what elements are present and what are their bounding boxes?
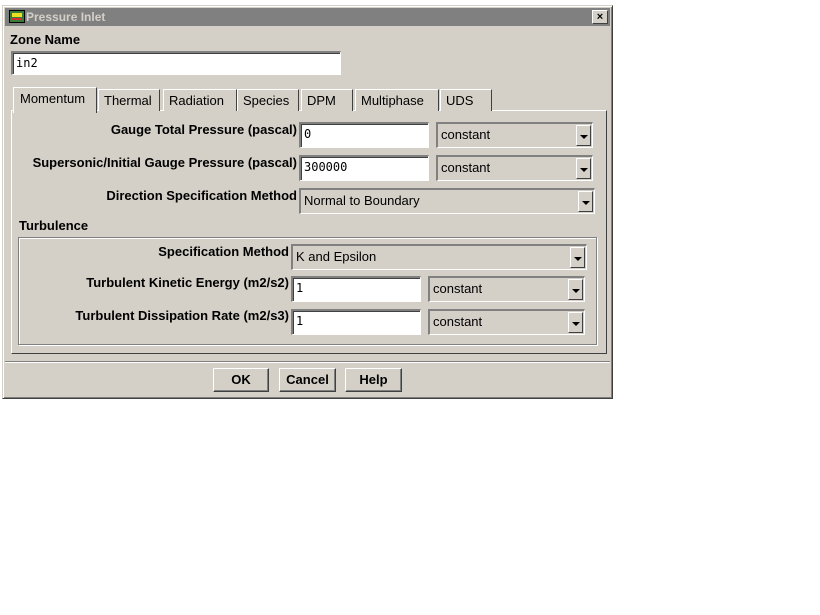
supersonic-pressure-input[interactable]: 300000 bbox=[299, 155, 429, 181]
window-title: Pressure Inlet bbox=[26, 10, 106, 24]
dissipation-rate-label: Turbulent Dissipation Rate (m2/s3) bbox=[75, 308, 289, 323]
turbulence-heading: Turbulence bbox=[19, 218, 89, 233]
pressure-inlet-dialog: Pressure Inlet × Zone Name in2 Momentum … bbox=[2, 5, 613, 399]
gauge-total-pressure-input[interactable]: 0 bbox=[299, 122, 429, 148]
tab-dpm[interactable]: DPM bbox=[301, 89, 353, 111]
zone-name-label: Zone Name bbox=[10, 32, 81, 47]
tab-radiation[interactable]: Radiation bbox=[163, 89, 237, 111]
dissipation-rate-profile[interactable]: constant bbox=[428, 309, 585, 335]
gauge-total-pressure-value: 0 bbox=[304, 127, 312, 141]
dropdown-arrow-icon[interactable] bbox=[578, 191, 593, 212]
title-bar[interactable]: Pressure Inlet × bbox=[5, 8, 610, 26]
kinetic-energy-profile-value: constant bbox=[433, 281, 483, 296]
help-button[interactable]: Help bbox=[345, 368, 402, 392]
spec-method-value: K and Epsilon bbox=[296, 249, 377, 264]
gauge-total-pressure-profile-value: constant bbox=[441, 127, 491, 142]
tab-species[interactable]: Species bbox=[237, 89, 299, 111]
tab-uds[interactable]: UDS bbox=[440, 89, 492, 111]
gauge-total-pressure-profile[interactable]: constant bbox=[436, 122, 593, 148]
supersonic-pressure-value: 300000 bbox=[304, 160, 348, 174]
button-separator bbox=[5, 361, 610, 363]
dissipation-rate-input[interactable]: 1 bbox=[291, 309, 421, 335]
kinetic-energy-value: 1 bbox=[296, 281, 304, 295]
kinetic-energy-profile[interactable]: constant bbox=[428, 276, 585, 302]
ok-button[interactable]: OK bbox=[213, 368, 269, 392]
dropdown-arrow-icon[interactable] bbox=[568, 279, 583, 300]
cancel-button[interactable]: Cancel bbox=[279, 368, 336, 392]
spec-method-select[interactable]: K and Epsilon bbox=[291, 244, 587, 270]
supersonic-pressure-label: Supersonic/Initial Gauge Pressure (pasca… bbox=[32, 155, 297, 170]
close-icon[interactable]: × bbox=[592, 10, 608, 24]
dissipation-rate-value: 1 bbox=[296, 314, 304, 328]
zone-name-value: in2 bbox=[16, 56, 38, 70]
direction-method-value: Normal to Boundary bbox=[304, 193, 420, 208]
tab-momentum[interactable]: Momentum bbox=[13, 87, 97, 113]
gauge-total-pressure-label: Gauge Total Pressure (pascal) bbox=[110, 122, 297, 137]
fluent-app-icon bbox=[9, 10, 25, 23]
direction-method-select[interactable]: Normal to Boundary bbox=[299, 188, 595, 214]
dissipation-rate-profile-value: constant bbox=[433, 314, 483, 329]
kinetic-energy-input[interactable]: 1 bbox=[291, 276, 421, 302]
zone-name-input[interactable]: in2 bbox=[11, 51, 341, 75]
direction-method-label: Direction Specification Method bbox=[106, 188, 297, 203]
dropdown-arrow-icon[interactable] bbox=[570, 247, 585, 268]
supersonic-pressure-profile[interactable]: constant bbox=[436, 155, 593, 181]
kinetic-energy-label: Turbulent Kinetic Energy (m2/s2) bbox=[86, 275, 289, 290]
supersonic-pressure-profile-value: constant bbox=[441, 160, 491, 175]
dropdown-arrow-icon[interactable] bbox=[576, 125, 591, 146]
spec-method-label: Specification Method bbox=[158, 244, 289, 259]
tab-multiphase[interactable]: Multiphase bbox=[355, 89, 439, 111]
dropdown-arrow-icon[interactable] bbox=[576, 158, 591, 179]
tab-thermal[interactable]: Thermal bbox=[98, 89, 160, 111]
dropdown-arrow-icon[interactable] bbox=[568, 312, 583, 333]
